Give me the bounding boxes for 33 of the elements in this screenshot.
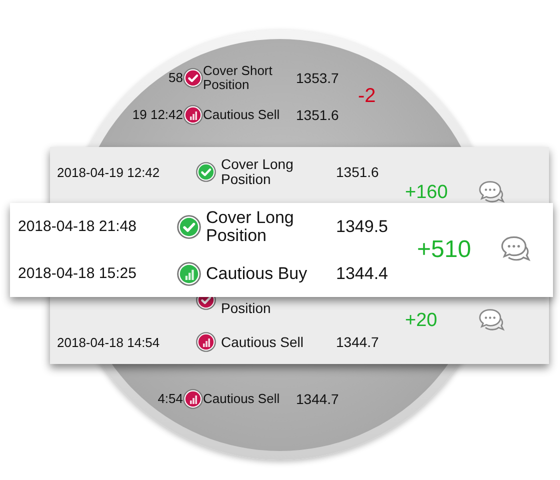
price-text: 1344.4 [336, 264, 388, 284]
price-text: 1344.7 [296, 390, 339, 406]
time-text: 4:54 [158, 391, 183, 406]
signal-label: Cover Long Position [221, 157, 294, 187]
price-text: 1353.7 [296, 70, 339, 86]
price-text: 1344.7 [336, 334, 379, 350]
change-text: +20 [405, 310, 438, 332]
check-icon [196, 162, 216, 182]
time-text: 2018-04-19 12:42 [57, 164, 160, 180]
time-text: 2018-04-18 21:48 [18, 218, 136, 235]
time-text: 58 [168, 70, 183, 85]
signal-bars-icon [183, 104, 203, 124]
signal-label: Position [221, 301, 272, 318]
price-text: 1351.6 [336, 164, 379, 180]
signal-label: Cover Long Position [206, 208, 295, 244]
signal-label: Cautious Sell [203, 392, 281, 406]
time-text: 2018-04-18 14:54 [57, 334, 160, 350]
signal-label: Cautious Buy [206, 264, 308, 282]
signal-label: Cover Short Position [203, 64, 274, 92]
change-text: -2 [358, 84, 376, 108]
check-icon [183, 68, 203, 88]
price-text: 1351.6 [296, 106, 339, 122]
signal-bars-icon [196, 332, 216, 352]
signal-bars-icon [177, 262, 201, 286]
price-text: 1349.5 [336, 216, 388, 236]
change-text: +160 [405, 182, 448, 204]
signal-label: Cautious Sell [221, 334, 304, 350]
signal-bars-icon [183, 388, 203, 408]
time-text: 2018-04-18 15:25 [18, 265, 136, 282]
check-icon [177, 214, 201, 238]
signal-label: Cautious Sell [203, 108, 281, 122]
change-text: +510 [417, 236, 472, 264]
time-text: 19 12:42 [132, 107, 183, 122]
